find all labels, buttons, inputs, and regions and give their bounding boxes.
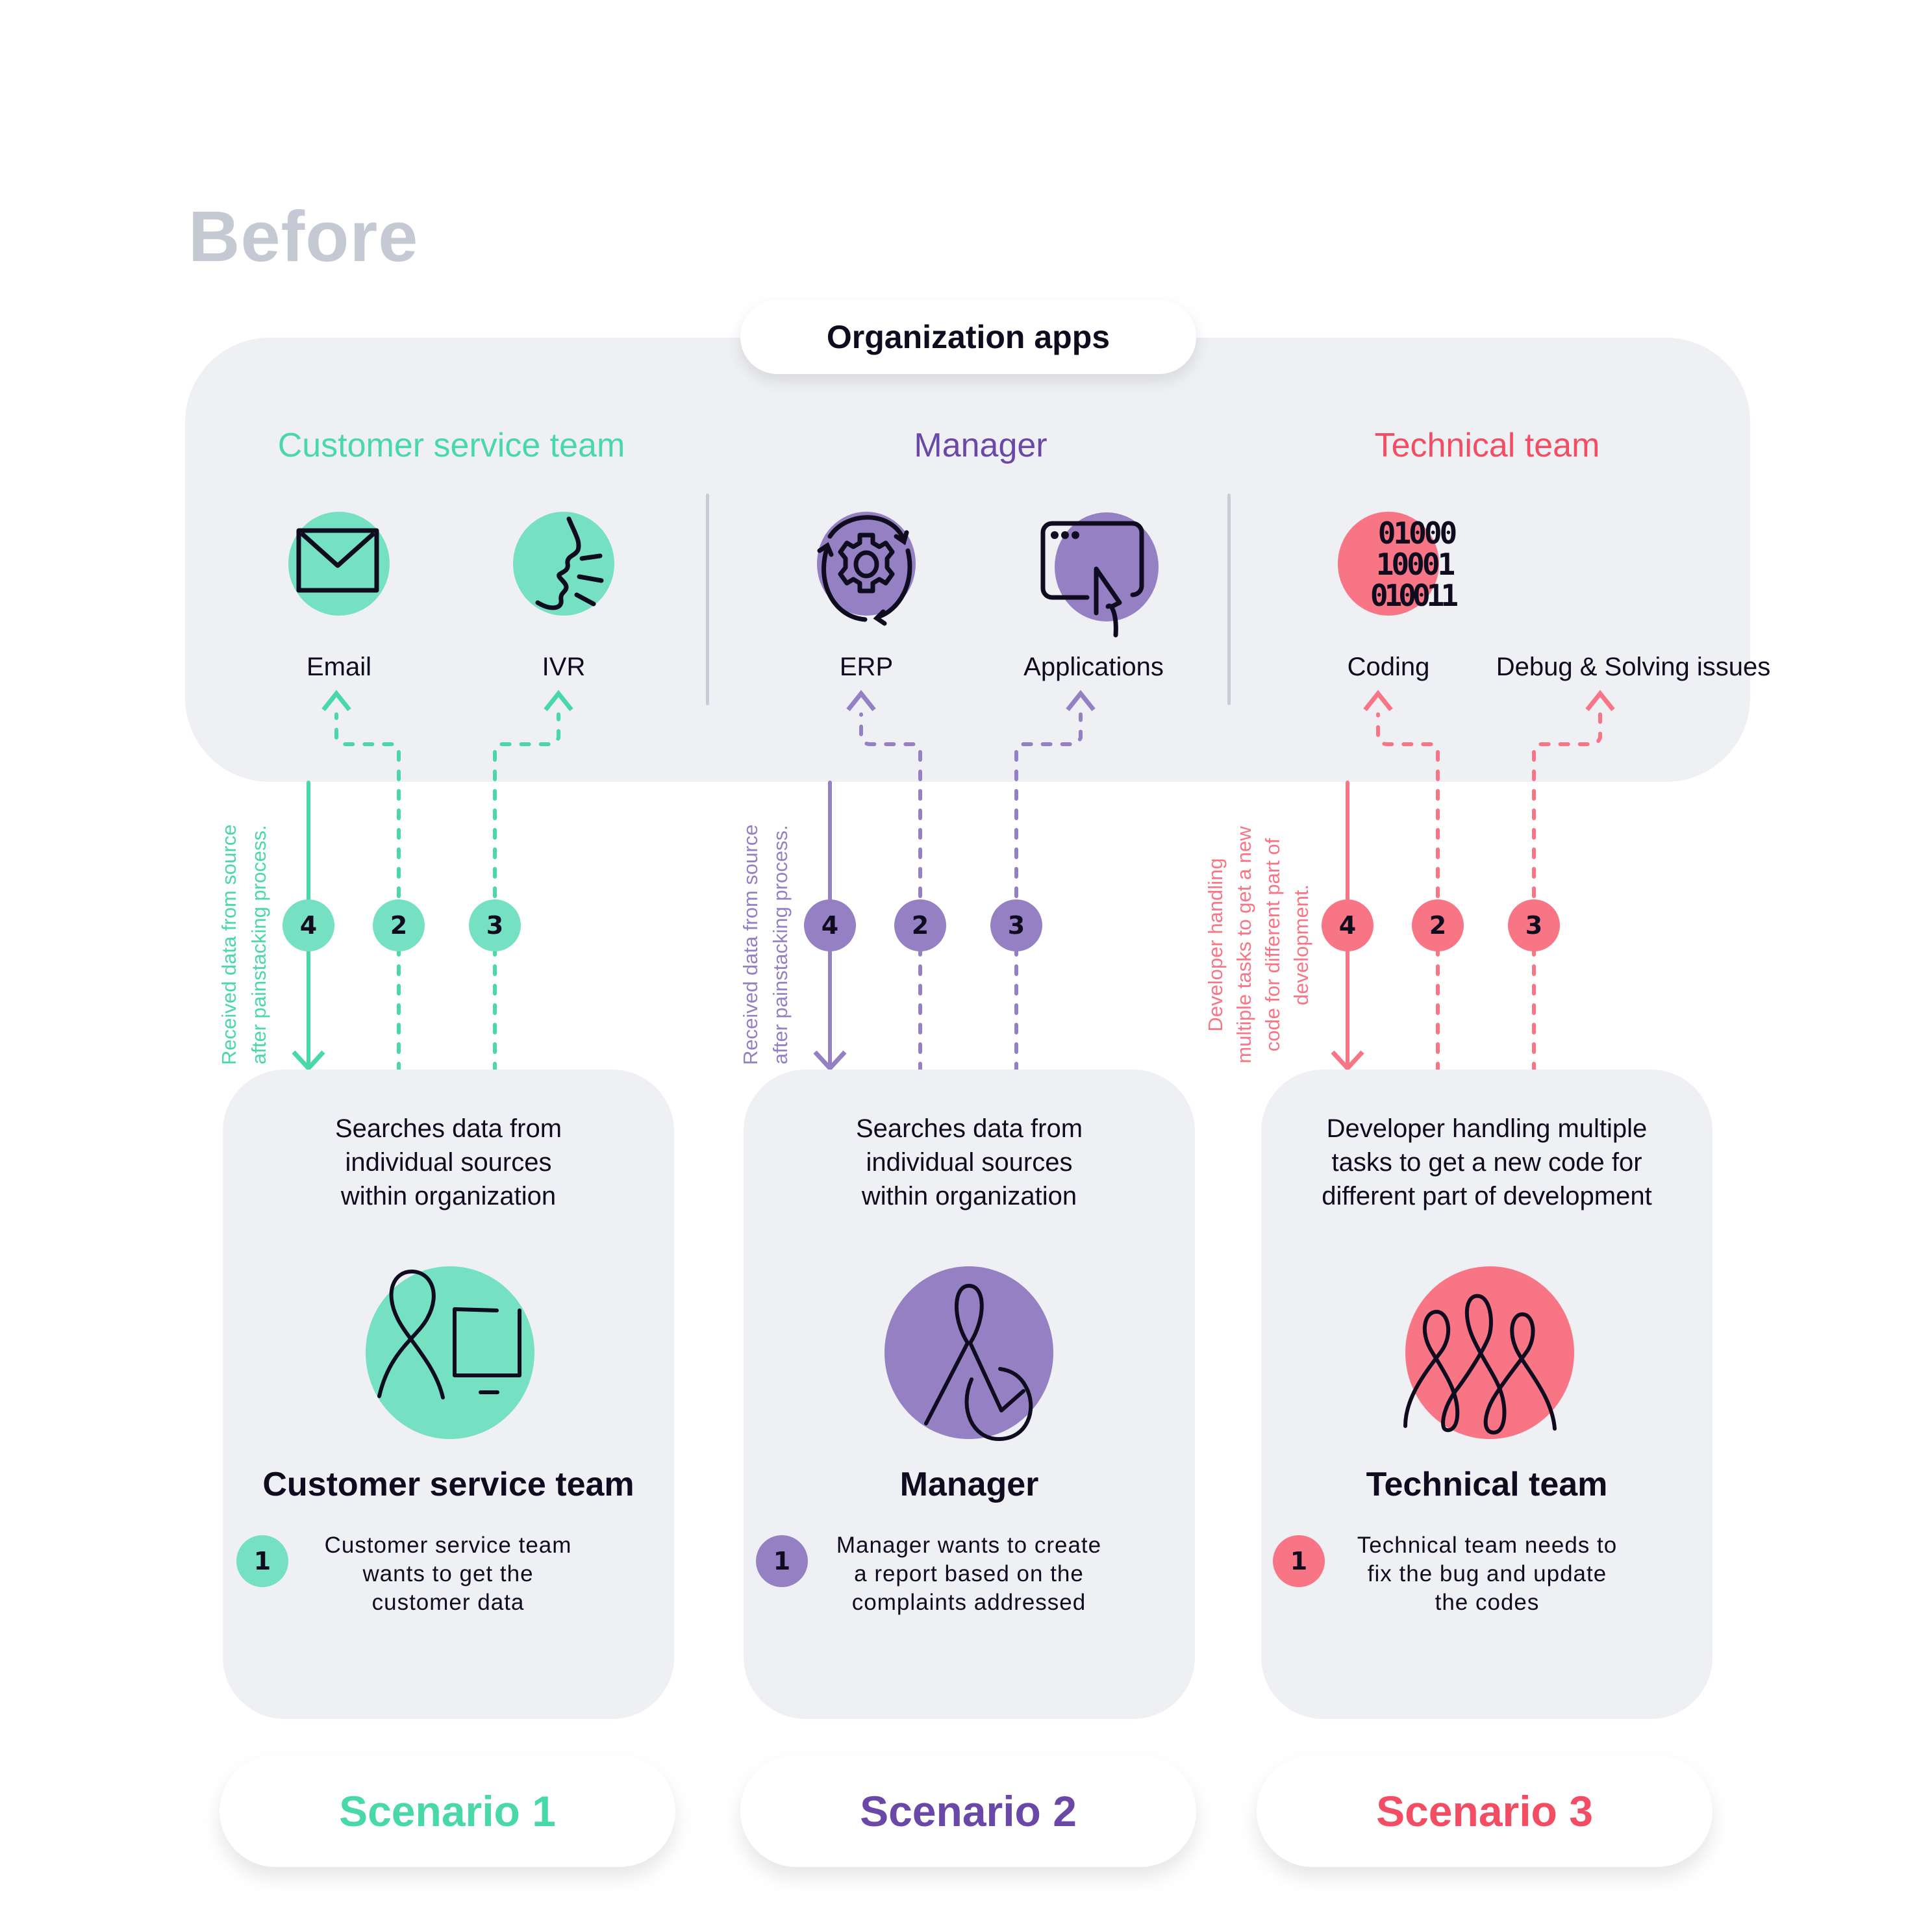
- flow-dashed-path: [1014, 712, 1083, 1073]
- step-text-line: complaints addressed: [851, 1590, 1086, 1615]
- arrow-head-up-icon: [1363, 690, 1393, 712]
- person-computer-icon: [366, 1266, 534, 1439]
- side-note-line: after painstacking process.: [247, 825, 270, 1065]
- step-badge: 3: [990, 899, 1042, 951]
- step-badge: 2: [373, 899, 425, 951]
- step-badge: 3: [1508, 899, 1560, 951]
- flow-side-note: Developer handling multiple tasks to get…: [1201, 825, 1316, 1065]
- arrow-head-up-icon: [544, 690, 573, 712]
- arrow-head-up-icon: [846, 690, 876, 712]
- step-badge: 4: [1322, 899, 1374, 951]
- arrow-head-up-icon: [1066, 690, 1096, 712]
- scenario-step-text: Technical team needs to fix the bug and …: [1318, 1531, 1656, 1617]
- flow-dashed-path: [334, 712, 401, 1073]
- side-note-line: code for different part of: [1261, 838, 1284, 1052]
- scenario-label-2: Scenario 2: [740, 1755, 1196, 1867]
- step-text-line: a report based on the: [854, 1561, 1084, 1586]
- step-badge: 4: [804, 899, 856, 951]
- side-note-line: Received data from source: [739, 824, 762, 1065]
- step-badge: 2: [1412, 899, 1464, 951]
- flow-side-note: Received data from source after painstac…: [214, 825, 274, 1065]
- step-text-line: wants to get the: [362, 1561, 534, 1586]
- step-text-line: Customer service team: [324, 1533, 572, 1558]
- flow-dashed-path: [1532, 712, 1602, 1073]
- step-text-line: Manager wants to create: [836, 1533, 1102, 1558]
- arrow-head-up-icon: [1585, 690, 1615, 712]
- side-note-line: development.: [1290, 884, 1312, 1006]
- side-note-line: multiple tasks to get a new: [1233, 826, 1255, 1064]
- step-text-line: fix the bug and update: [1367, 1561, 1607, 1586]
- description-line: within organization: [340, 1182, 557, 1210]
- step-text-line: the codes: [1435, 1590, 1540, 1615]
- scenario-team-title: Manager: [899, 1466, 1039, 1503]
- description-line: Searches data from: [855, 1114, 1083, 1143]
- side-note-line: Received data from source: [218, 824, 240, 1065]
- description-line: Developer handling multiple: [1326, 1114, 1648, 1143]
- step-badge: 2: [894, 899, 946, 951]
- scenario-description: Searches data from individual sources wi…: [223, 1112, 674, 1213]
- step-badge: 4: [282, 899, 334, 951]
- scenario-step-text: Customer service team wants to get the c…: [279, 1531, 617, 1617]
- step-text-line: Technical team needs to: [1357, 1533, 1618, 1558]
- scenario-description: Searches data from individual sources wi…: [744, 1112, 1195, 1213]
- description-line: Searches data from: [334, 1114, 562, 1143]
- flow-side-note: Received data from source after painstac…: [736, 825, 796, 1065]
- scenario-team-title: Technical team: [1366, 1466, 1608, 1503]
- scenario-team-title: Customer service team: [262, 1466, 634, 1503]
- arrow-head-up-icon: [321, 690, 351, 712]
- step-badge: 3: [469, 899, 521, 951]
- scenario-description: Developer handling multiple tasks to get…: [1261, 1112, 1712, 1213]
- side-note-line: after painstacking process.: [769, 825, 792, 1065]
- team-loops-icon: [1403, 1266, 1574, 1439]
- description-line: individual sources: [345, 1148, 552, 1177]
- scenario-step-text: Manager wants to create a report based o…: [800, 1531, 1138, 1617]
- description-line: different part of development: [1322, 1182, 1652, 1210]
- manager-check-icon: [884, 1266, 1053, 1442]
- side-note-line: Developer handling: [1204, 858, 1227, 1032]
- step-badge: 1: [1273, 1535, 1325, 1587]
- flow-dashed-path: [493, 712, 560, 1073]
- scenario-label-1: Scenario 1: [220, 1755, 675, 1867]
- scenario-label-3: Scenario 3: [1257, 1755, 1712, 1867]
- flow-dashed-path: [859, 712, 922, 1073]
- description-line: tasks to get a new code for: [1331, 1148, 1642, 1177]
- flow-dashed-path: [1376, 712, 1440, 1073]
- step-text-line: customer data: [371, 1590, 525, 1615]
- description-line: individual sources: [866, 1148, 1073, 1177]
- description-line: within organization: [861, 1182, 1077, 1210]
